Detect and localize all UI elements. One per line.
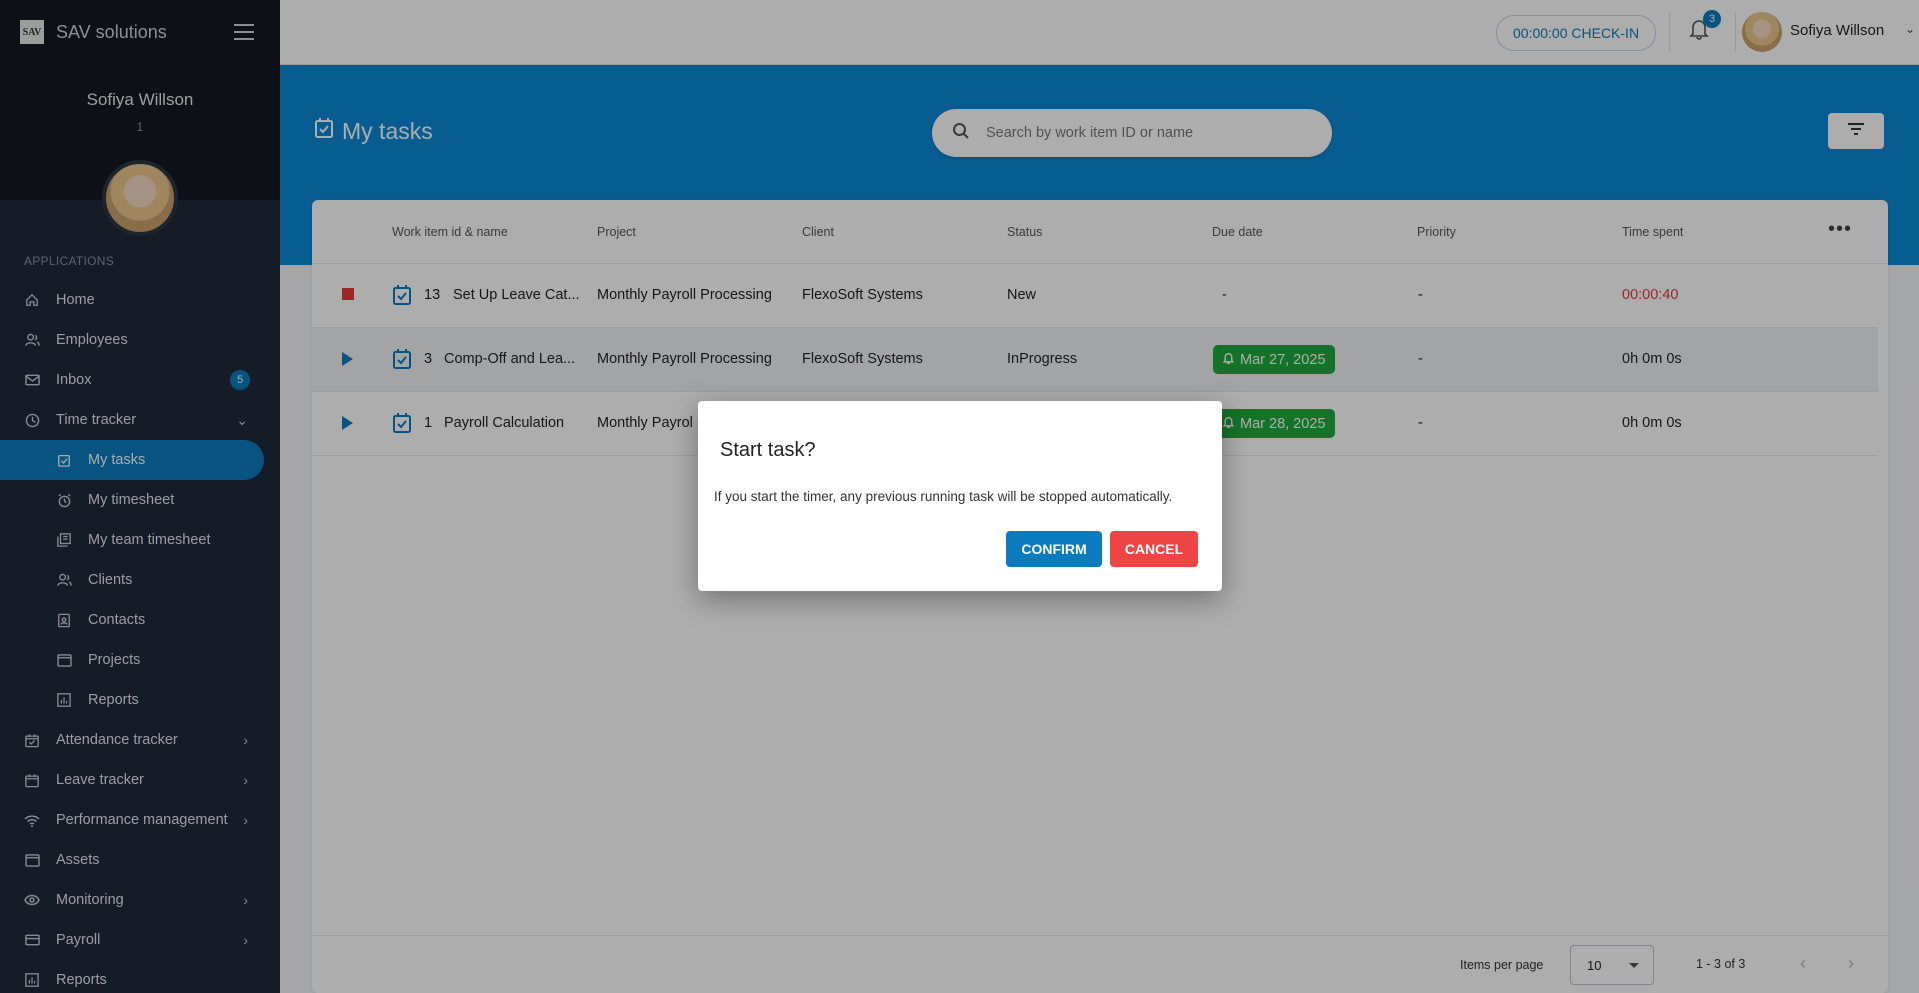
start-task-dialog: Start task? If you start the timer, any … [698, 401, 1222, 591]
app-root: SAV SAV solutions Sofiya Willson 1 APPLI… [0, 0, 1919, 993]
cancel-button[interactable]: CANCEL [1110, 531, 1198, 567]
confirm-button[interactable]: CONFIRM [1006, 531, 1102, 567]
dialog-message: If you start the timer, any previous run… [714, 489, 1173, 504]
dialog-title: Start task? [720, 439, 816, 461]
